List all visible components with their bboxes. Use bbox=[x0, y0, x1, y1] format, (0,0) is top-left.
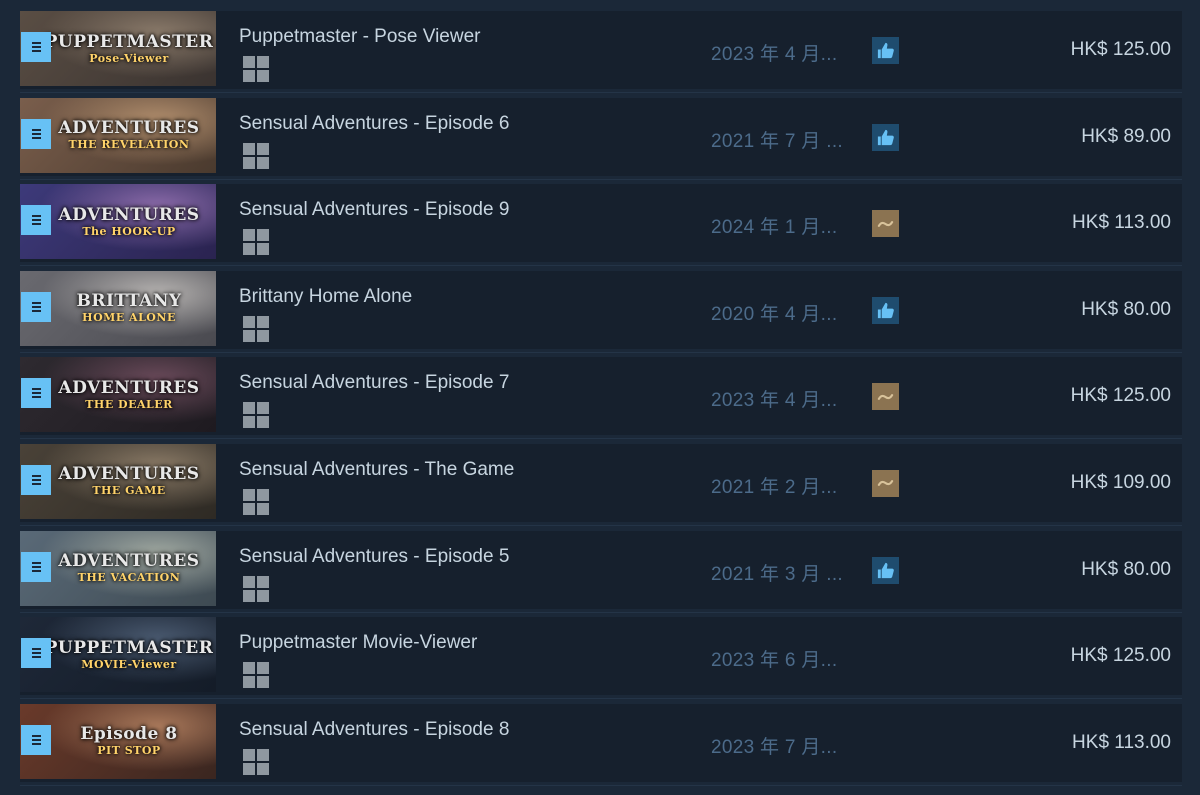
game-row[interactable]: ADVENTURES The HOOK-UP Sensual Adventure… bbox=[20, 184, 1182, 267]
game-row[interactable]: PUPPETMASTER MOVIE-Viewer Puppetmaster M… bbox=[20, 617, 1182, 700]
hamburger-menu-icon[interactable] bbox=[21, 464, 51, 495]
capsule-title-line1: BRITTANY bbox=[76, 291, 182, 312]
hamburger-menu-icon[interactable] bbox=[21, 118, 51, 149]
hamburger-menu-icon[interactable] bbox=[21, 378, 51, 409]
release-date: 2023 年 4 月... bbox=[711, 390, 838, 412]
game-title[interactable]: Sensual Adventures - The Game bbox=[239, 459, 514, 481]
capsule-title-line2: HOME ALONE bbox=[82, 311, 176, 325]
windows-icon bbox=[243, 488, 269, 515]
game-title[interactable]: Sensual Adventures - Episode 8 bbox=[239, 719, 509, 741]
windows-icon bbox=[243, 56, 269, 82]
release-date: 2020 年 4 月... bbox=[711, 303, 838, 325]
capsule-title-line1: PUPPETMASTER bbox=[44, 31, 214, 52]
game-row[interactable]: Episode 8 PIT STOP Sensual Adventures - … bbox=[20, 703, 1182, 786]
hamburger-menu-icon[interactable] bbox=[21, 638, 51, 669]
hamburger-menu-icon[interactable] bbox=[21, 205, 51, 236]
game-price: HK$ 80.00 bbox=[1081, 558, 1171, 580]
thumbs-up-icon bbox=[872, 37, 899, 64]
game-row[interactable]: ADVENTURES THE DEALER Sensual Adventures… bbox=[20, 357, 1182, 440]
capsule-title-line2: THE VACATION bbox=[77, 571, 181, 585]
capsule-title-line1: ADVENTURES bbox=[58, 551, 200, 572]
capsule-title-line1: Episode 8 bbox=[80, 724, 178, 745]
windows-icon bbox=[243, 575, 269, 602]
game-list: PUPPETMASTER Pose-Viewer Puppetmaster - … bbox=[20, 11, 1182, 790]
release-date: 2023 年 4 月... bbox=[711, 44, 838, 65]
windows-icon bbox=[243, 315, 269, 342]
capsule-title-line2: The HOOK-UP bbox=[82, 224, 176, 238]
capsule-title-line2: MOVIE-Viewer bbox=[81, 657, 177, 671]
hamburger-menu-icon[interactable] bbox=[21, 724, 51, 755]
capsule-title-line2: THE GAME bbox=[92, 484, 166, 498]
hamburger-menu-icon[interactable] bbox=[21, 32, 51, 62]
capsule-title-line1: PUPPETMASTER bbox=[44, 637, 214, 658]
hamburger-menu-icon[interactable] bbox=[21, 551, 51, 582]
tilde-icon bbox=[872, 210, 899, 238]
capsule-title-line2: THE REVELATION bbox=[68, 138, 190, 152]
game-title[interactable]: Sensual Adventures - Episode 5 bbox=[239, 546, 509, 568]
capsule-title-line1: ADVENTURES bbox=[58, 204, 200, 225]
capsule-title-line1: ADVENTURES bbox=[58, 118, 200, 139]
game-row[interactable]: ADVENTURES THE VACATION Sensual Adventur… bbox=[20, 530, 1182, 613]
windows-icon bbox=[243, 662, 269, 689]
game-title[interactable]: Sensual Adventures - Episode 7 bbox=[239, 372, 509, 394]
game-title[interactable]: Puppetmaster - Pose Viewer bbox=[239, 26, 481, 48]
game-title[interactable]: Sensual Adventures - Episode 9 bbox=[239, 199, 509, 221]
game-price: HK$ 113.00 bbox=[1072, 212, 1171, 234]
release-date: 2021 年 2 月... bbox=[711, 476, 838, 498]
release-date: 2024 年 1 月... bbox=[711, 217, 838, 239]
windows-icon bbox=[243, 229, 269, 256]
windows-icon bbox=[243, 748, 269, 775]
game-title[interactable]: Sensual Adventures - Episode 6 bbox=[239, 113, 509, 135]
game-row[interactable]: BRITTANY HOME ALONE Brittany Home Alone … bbox=[20, 270, 1182, 353]
release-date: 2023 年 7 月... bbox=[711, 736, 838, 758]
game-price: HK$ 125.00 bbox=[1070, 39, 1171, 60]
game-title[interactable]: Brittany Home Alone bbox=[239, 286, 412, 308]
game-price: HK$ 80.00 bbox=[1081, 298, 1171, 320]
game-title[interactable]: Puppetmaster Movie-Viewer bbox=[239, 632, 477, 654]
capsule-title-line2: PIT STOP bbox=[97, 744, 161, 758]
hamburger-menu-icon[interactable] bbox=[21, 291, 51, 322]
thumbs-up-icon bbox=[872, 123, 899, 151]
game-price: HK$ 113.00 bbox=[1072, 731, 1171, 753]
tilde-icon bbox=[872, 469, 899, 497]
windows-icon bbox=[243, 142, 269, 169]
game-price: HK$ 125.00 bbox=[1070, 385, 1171, 407]
thumbs-up-icon bbox=[872, 556, 899, 584]
game-price: HK$ 89.00 bbox=[1081, 125, 1171, 147]
game-row[interactable]: ADVENTURES THE REVELATION Sensual Advent… bbox=[20, 97, 1182, 180]
capsule-title-line1: ADVENTURES bbox=[58, 464, 200, 485]
game-row[interactable]: ADVENTURES THE GAME Sensual Adventures -… bbox=[20, 443, 1182, 526]
capsule-title-line2: Pose-Viewer bbox=[89, 51, 169, 65]
capsule-title-line2: THE DEALER bbox=[85, 397, 173, 411]
release-date: 2023 年 6 月... bbox=[711, 650, 838, 672]
windows-icon bbox=[243, 402, 269, 429]
thumbs-up-icon bbox=[872, 296, 899, 324]
game-price: HK$ 125.00 bbox=[1070, 645, 1171, 667]
release-date: 2021 年 3 月 ... bbox=[711, 563, 843, 585]
capsule-title-line1: ADVENTURES bbox=[58, 377, 200, 398]
tilde-icon bbox=[872, 383, 899, 411]
game-row[interactable]: PUPPETMASTER Pose-Viewer Puppetmaster - … bbox=[20, 11, 1182, 93]
game-price: HK$ 109.00 bbox=[1070, 471, 1171, 493]
release-date: 2021 年 7 月 ... bbox=[711, 130, 843, 152]
